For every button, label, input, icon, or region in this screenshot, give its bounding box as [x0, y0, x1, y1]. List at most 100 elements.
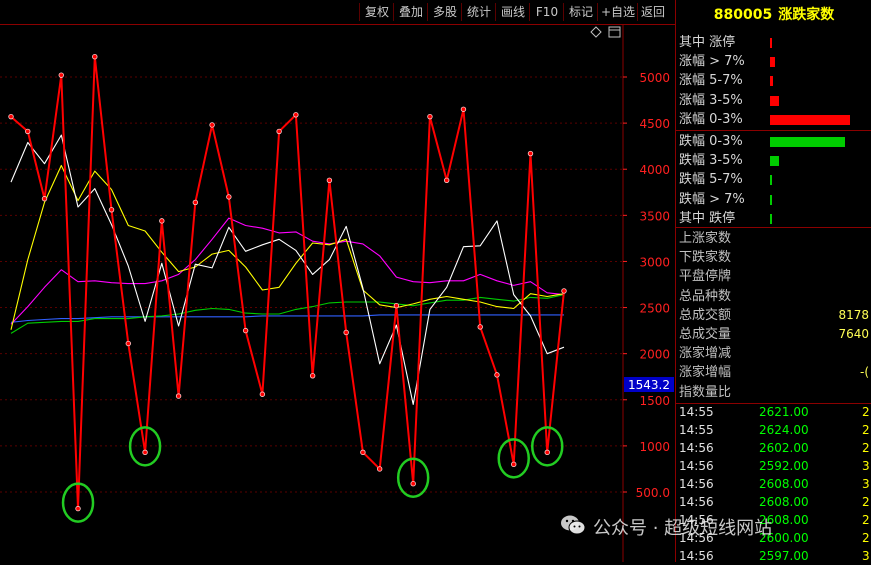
stat-row: 涨家增减	[679, 344, 869, 363]
data-point	[293, 112, 299, 118]
data-point	[8, 113, 14, 120]
stat-label: 下跌家数	[679, 250, 732, 266]
data-point	[276, 128, 282, 135]
data-point	[142, 449, 148, 456]
stat-row: 平盘停牌	[679, 267, 869, 286]
distribution-row: 跌幅 3-5%	[679, 151, 869, 170]
tick-row: 14:56 2602.00 2	[676, 439, 871, 457]
toolbar-button-7[interactable]: +自选	[597, 3, 638, 21]
data-point	[41, 196, 48, 202]
data-point	[527, 150, 534, 157]
stat-row: 涨家增幅 -(	[679, 363, 869, 382]
toolbar-button-8[interactable]: 返回	[637, 3, 668, 21]
tick-row: 14:55 2624.00 2	[676, 421, 871, 439]
watermark-text: 公众号 · 超级短线网站	[593, 518, 773, 539]
chart-area[interactable]: 5000 4500 4000 3500 3000 2500 2000 1500 1000 500.…	[0, 25, 675, 562]
data-point	[410, 481, 416, 487]
data-point	[226, 194, 232, 200]
distribution-bar	[770, 156, 780, 167]
tick-price: 2592.00	[759, 459, 809, 473]
index-code: 880005	[713, 7, 773, 23]
distribution-bar	[770, 137, 845, 147]
tick-time: 14:55	[679, 405, 714, 419]
stats-panel: 880005 涨跌家数 其中 涨停 涨幅 > 7% 涨幅 5-7% 涨幅 3-5% 涨幅 …	[675, 0, 871, 565]
data-point	[58, 72, 64, 78]
distribution-bar	[770, 175, 773, 186]
distribution-bar	[770, 38, 772, 48]
data-point	[427, 113, 433, 120]
tick-time: 14:56	[679, 459, 714, 473]
price-tag-text: 1543.2	[628, 378, 670, 392]
tick-price: 2608.00	[759, 477, 809, 491]
stat-row: 上涨家数	[679, 229, 869, 248]
toolbar-button-5[interactable]: F10	[529, 3, 564, 21]
stat-value: 8178	[838, 307, 869, 322]
distribution-bar	[770, 194, 772, 205]
data-point	[192, 199, 199, 206]
tick-price: 2602.00	[759, 441, 809, 455]
data-point	[259, 391, 266, 397]
panel-title: 880005 涨跌家数	[676, 0, 871, 30]
distribution-row: 其中 涨停	[679, 33, 869, 52]
toolbar-button-4[interactable]: 画线	[495, 3, 530, 21]
tick-row: 14:56 2608.00 2	[676, 493, 871, 511]
distribution-row: 其中 跌停	[679, 209, 869, 228]
stat-label: 总成交量	[679, 327, 732, 342]
tick-row: 14:56 2592.00 3	[676, 457, 871, 475]
distribution-row: 涨幅 > 7%	[679, 52, 869, 71]
stat-label: 指数量比	[679, 384, 732, 400]
toolbar-button-6[interactable]: 标记	[563, 3, 598, 21]
data-point	[544, 449, 550, 456]
tick-row: 14:56 2608.00 3	[676, 475, 871, 493]
data-point	[209, 122, 215, 128]
y-tick-label: 4000	[639, 163, 670, 177]
tick-vol: 2	[862, 441, 870, 455]
distribution-label: 跌幅 0-3%	[679, 134, 743, 149]
distribution-label: 其中 跌停	[679, 210, 736, 226]
stat-label: 涨家增减	[679, 346, 732, 362]
data-point	[443, 177, 450, 183]
tick-time: 14:55	[679, 423, 714, 437]
stat-row: 总成交量 7640	[679, 325, 869, 344]
tick-price: 2597.00	[759, 549, 809, 563]
stat-row: 总品种数	[679, 287, 869, 306]
diamond-icon[interactable]	[590, 26, 602, 38]
distribution-label: 跌幅 > 7%	[679, 191, 745, 207]
toolbar-button-0[interactable]: 复权	[359, 3, 394, 21]
y-tick-label: 2500	[639, 302, 670, 316]
stat-value: 7640	[838, 327, 869, 341]
y-tick-label: 2000	[639, 348, 670, 362]
distribution-row: 跌幅 > 7%	[679, 190, 869, 209]
data-point	[108, 207, 115, 213]
price-tag: 1543.2	[624, 377, 674, 392]
stat-label: 涨家增幅	[679, 365, 732, 381]
data-point	[242, 327, 249, 334]
window-expand-icon[interactable]	[608, 26, 621, 38]
toolbar-button-2[interactable]: 多股	[427, 3, 462, 21]
stat-label: 总成交额	[679, 307, 732, 323]
data-point	[561, 288, 567, 294]
stat-row: 下跌家数	[679, 248, 869, 267]
distribution-row: 跌幅 0-3%	[679, 132, 869, 151]
stat-value: -(	[859, 365, 869, 380]
stat-label: 上涨家数	[679, 231, 732, 246]
distribution-bar	[770, 57, 775, 68]
panel-divider	[676, 403, 871, 404]
data-point	[326, 177, 333, 183]
tick-vol: 2	[862, 513, 870, 527]
data-point	[92, 54, 98, 60]
wechat-icon	[561, 515, 586, 535]
distribution-row: 跌幅 5-7%	[679, 170, 869, 189]
tick-row: 14:56 2597.00 3	[676, 547, 871, 565]
panel-divider	[676, 130, 871, 131]
tick-price: 2608.00	[759, 495, 809, 509]
data-point	[460, 106, 467, 112]
tick-time: 14:56	[679, 477, 714, 491]
y-tick-label: 3000	[639, 255, 670, 269]
tick-vol: 2	[862, 423, 870, 437]
toolbar-button-3[interactable]: 统计	[461, 3, 496, 21]
distribution-bar	[770, 95, 780, 106]
distribution-label: 其中 涨停	[679, 35, 736, 50]
toolbar-button-1[interactable]: 叠加	[393, 3, 428, 21]
tick-vol: 3	[862, 477, 870, 491]
